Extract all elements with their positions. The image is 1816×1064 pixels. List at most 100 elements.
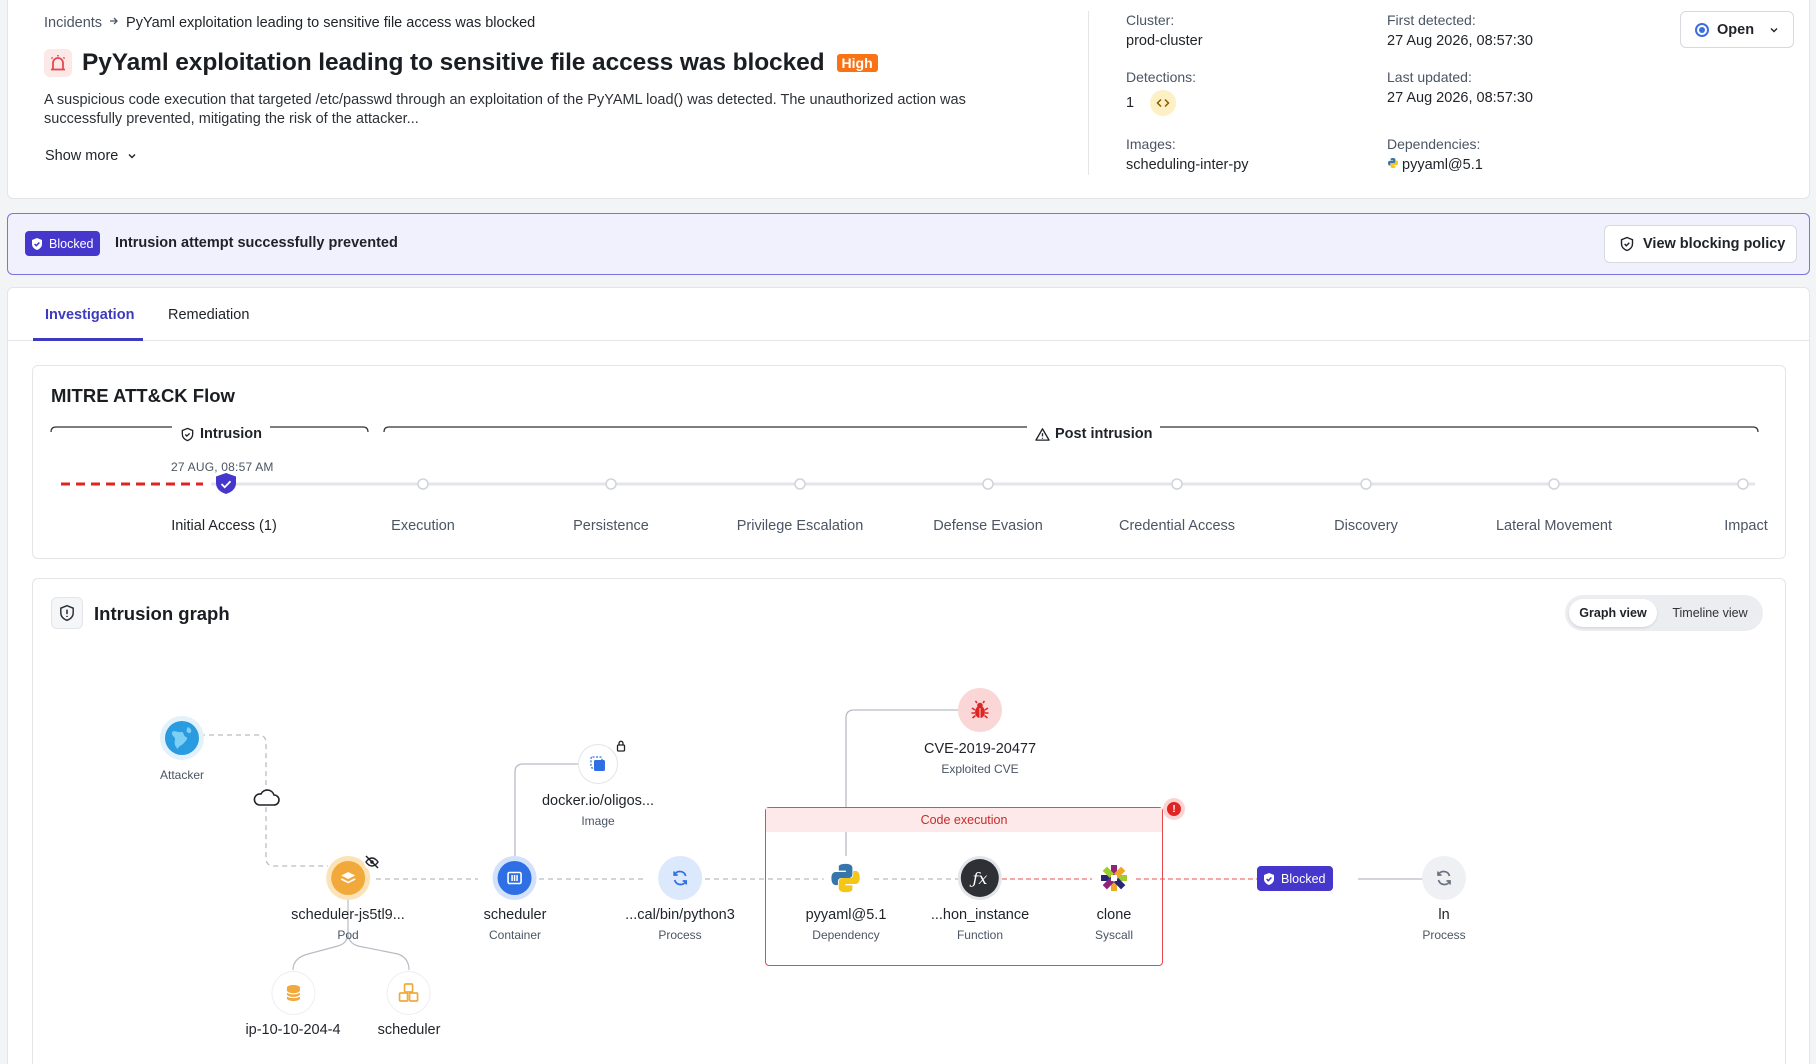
stage-impact[interactable]: Impact: [1724, 518, 1768, 534]
node-function[interactable]: ƒx ...hon_instance Function: [931, 856, 1029, 942]
detections-label: Detections:: [1126, 69, 1197, 85]
stage-dot-defense-evasion[interactable]: [982, 478, 994, 490]
pod-type: Pod: [337, 928, 359, 942]
phase-intrusion-label: Intrusion: [200, 426, 263, 442]
banner-message: Intrusion attempt successfully prevented: [115, 235, 398, 251]
stage-dot-discovery[interactable]: [1360, 478, 1372, 490]
host-name: ip-10-10-204-4: [245, 1022, 341, 1038]
cloud-icon: [251, 788, 281, 813]
stage-defense-evasion[interactable]: Defense Evasion: [933, 518, 1043, 534]
intrusion-graph-title: Intrusion graph: [94, 603, 230, 624]
node-workload[interactable]: scheduler: [378, 971, 440, 1038]
timeline-view-option[interactable]: Timeline view: [1661, 599, 1759, 627]
function-type: Function: [956, 928, 1004, 942]
stage-dot-credential-access[interactable]: [1171, 478, 1183, 490]
initial-access-timestamp: 27 AUG, 08:57 AM: [171, 460, 274, 474]
node-attacker[interactable]: Attacker: [159, 716, 204, 782]
code-icon[interactable]: [1150, 90, 1177, 116]
images-value[interactable]: scheduling-inter-py: [1126, 157, 1249, 173]
show-more-button[interactable]: Show more: [45, 148, 138, 164]
chevron-down-icon: [1770, 27, 1778, 32]
shield-alert-icon: [51, 597, 83, 629]
header-divider: [1088, 11, 1089, 175]
cve-id: CVE-2019-20477: [923, 741, 1037, 757]
bug-icon: [971, 700, 989, 719]
phase-post-intrusion-label: Post intrusion: [1055, 426, 1153, 442]
shield-check-icon: [1264, 872, 1274, 885]
node-pod[interactable]: scheduler-js5tl9... Pod: [291, 856, 405, 942]
node-dependency[interactable]: pyyaml@5.1 Dependency: [806, 856, 886, 942]
pod-name: scheduler-js5tl9...: [291, 907, 405, 923]
initial-access-shield-icon[interactable]: [216, 473, 236, 494]
meta-last-updated: Last updated: 27 Aug 2026, 08:57:30: [1387, 69, 1533, 106]
stage-persistence[interactable]: Persistence: [573, 518, 649, 534]
status-label: Open: [1717, 21, 1755, 38]
tab-investigation[interactable]: Investigation: [45, 307, 134, 323]
image-layers-icon: [590, 756, 605, 771]
cluster-value: prod-cluster: [1126, 33, 1203, 49]
dependencies-value[interactable]: pyyaml@5.1: [1402, 157, 1483, 173]
linux-distro-icon: [1101, 865, 1127, 891]
warning-icon: [1035, 427, 1050, 441]
node-image[interactable]: docker.io/oligos... Image: [542, 744, 654, 828]
severity-badge: High: [836, 54, 878, 72]
mitre-flow-card: MITRE ATT&CK Flow Intrusion Post intrusi…: [32, 365, 1786, 559]
shield-check-icon: [32, 237, 42, 250]
view-blocking-policy-button[interactable]: View blocking policy: [1604, 225, 1797, 263]
stage-initial-access[interactable]: Initial Access (1): [171, 518, 277, 534]
node-host[interactable]: ip-10-10-204-4: [245, 971, 341, 1038]
alarm-icon: [44, 49, 72, 77]
python-icon: [1387, 157, 1399, 173]
stage-discovery[interactable]: Discovery: [1334, 518, 1398, 534]
target-process-name: ln: [1438, 907, 1450, 923]
last-updated-value: 27 Aug 2026, 08:57:30: [1387, 90, 1533, 106]
eye-off-icon: [363, 853, 381, 876]
status-dropdown[interactable]: Open: [1680, 11, 1794, 48]
shield-icon: [181, 427, 194, 441]
blocked-badge-label: Blocked: [49, 236, 94, 251]
graph-blocked-badge[interactable]: Blocked: [1257, 866, 1334, 891]
stage-credential-access[interactable]: Credential Access: [1119, 518, 1235, 534]
boxes-icon: [399, 983, 419, 1002]
node-cve[interactable]: CVE-2019-20477 Exploited CVE: [924, 688, 1036, 776]
tab-bar: Investigation Remediation: [8, 288, 1809, 341]
node-container[interactable]: scheduler Container: [483, 856, 547, 942]
breadcrumb-incidents-link[interactable]: Incidents: [44, 15, 102, 31]
stage-dot-lateral-movement[interactable]: [1548, 478, 1560, 490]
node-syscall[interactable]: clone Syscall: [1092, 856, 1136, 942]
node-target-process[interactable]: ln Process: [1422, 856, 1466, 942]
database-icon: [285, 985, 301, 1001]
phase-post-intrusion: Post intrusion: [1027, 426, 1161, 442]
incident-description: A suspicious code execution that targete…: [44, 92, 966, 127]
node-process[interactable]: ...cal/bin/python3 Process: [625, 856, 735, 942]
stage-privilege-escalation[interactable]: Privilege Escalation: [737, 518, 864, 534]
stage-execution[interactable]: Execution: [391, 518, 455, 534]
meta-detections: Detections: 1: [1126, 69, 1196, 116]
stage-lateral-movement[interactable]: Lateral Movement: [1496, 518, 1612, 534]
arrow-right-icon: [108, 15, 120, 31]
images-label: Images:: [1126, 136, 1176, 152]
stage-dot-privilege-escalation[interactable]: [794, 478, 806, 490]
refresh-icon: [1437, 870, 1451, 886]
process-type: Process: [658, 928, 702, 942]
dependencies-label: Dependencies:: [1387, 136, 1481, 152]
view-toggle: Graph view Timeline view: [1565, 595, 1763, 631]
breadcrumb-current: PyYaml exploitation leading to sensitive…: [126, 15, 536, 31]
cluster-label: Cluster:: [1126, 12, 1175, 28]
target-process-type: Process: [1422, 928, 1466, 942]
container-icon: [507, 871, 523, 885]
shield-icon: [1620, 236, 1634, 252]
stage-dot-execution[interactable]: [417, 478, 429, 490]
python-logo-icon: [831, 863, 861, 893]
stage-dot-persistence[interactable]: [605, 478, 617, 490]
last-updated-label: Last updated:: [1387, 69, 1472, 85]
layers-icon: [340, 872, 356, 884]
graph-view-option[interactable]: Graph view: [1569, 599, 1657, 627]
tab-remediation[interactable]: Remediation: [168, 307, 249, 323]
function-icon: ƒx: [960, 859, 999, 897]
tab-active-indicator: [33, 338, 143, 341]
chevron-down-icon: [128, 154, 136, 159]
meta-first-detected: First detected: 27 Aug 2026, 08:57:30: [1387, 12, 1533, 49]
stage-dot-impact[interactable]: [1737, 478, 1749, 490]
container-name: scheduler: [483, 907, 547, 923]
